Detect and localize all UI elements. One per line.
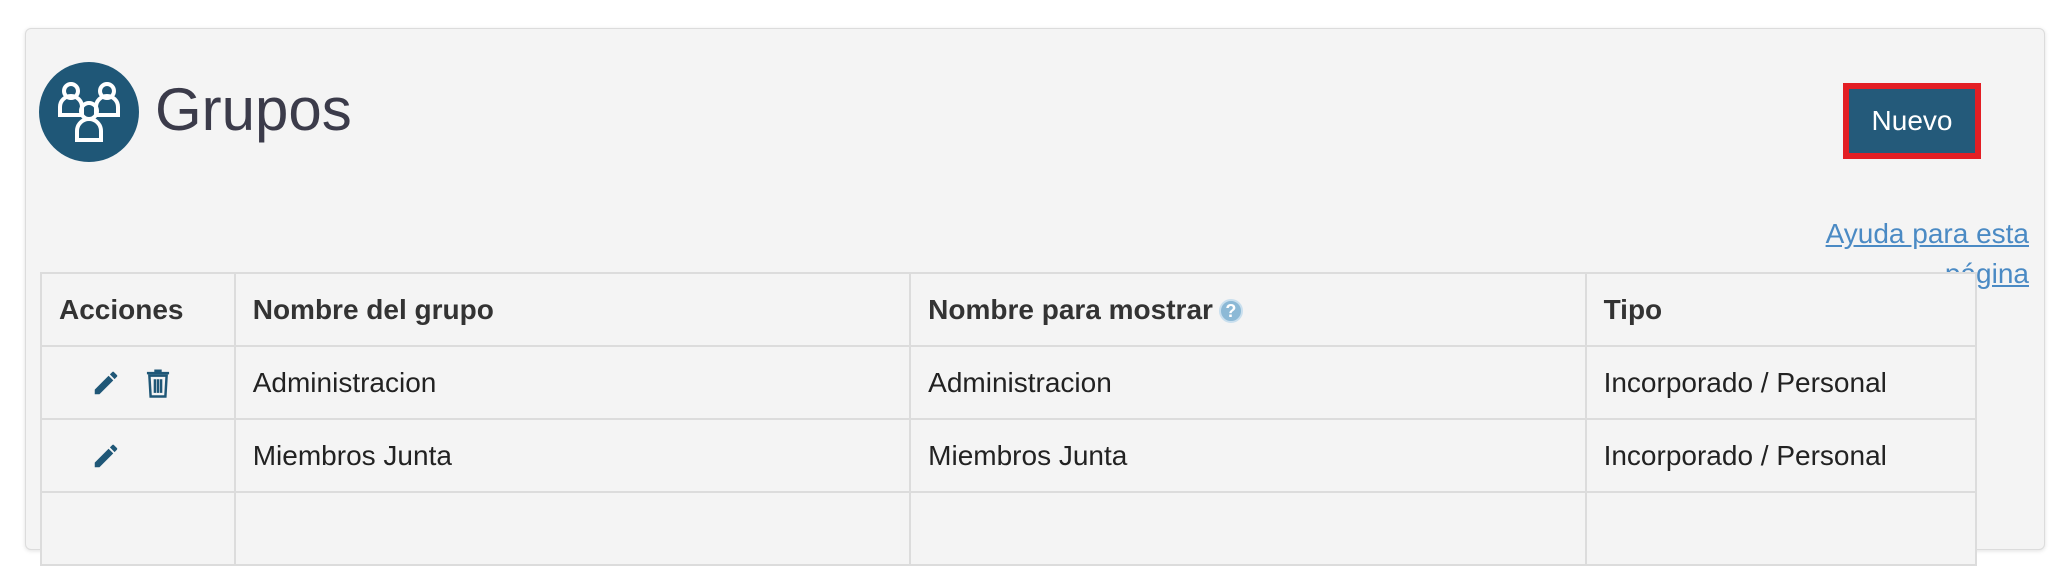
table-row: Administracion Administracion Incorporad… bbox=[40, 345, 1978, 420]
group-icon bbox=[39, 62, 139, 162]
edit-icon[interactable] bbox=[91, 441, 121, 471]
cell-display-name: Administracion bbox=[909, 345, 1587, 420]
cell-type: Incorporado / Personal bbox=[1584, 418, 1978, 493]
cell-type bbox=[1584, 491, 1978, 566]
column-header-type[interactable]: Tipo bbox=[1584, 272, 1978, 347]
table-row bbox=[40, 491, 1978, 566]
delete-icon[interactable] bbox=[143, 367, 173, 399]
column-header-display-name-label: Nombre para mostrar bbox=[928, 293, 1213, 325]
column-header-display-name[interactable]: Nombre para mostrar? bbox=[909, 272, 1587, 347]
row-actions bbox=[40, 345, 236, 420]
column-header-group-name[interactable]: Nombre del grupo bbox=[233, 272, 912, 347]
table-header-row: Acciones Nombre del grupo Nombre para mo… bbox=[40, 272, 1978, 347]
help-question-icon[interactable]: ? bbox=[1218, 299, 1243, 324]
new-button[interactable]: Nuevo bbox=[1843, 83, 1981, 159]
edit-icon[interactable] bbox=[91, 368, 121, 398]
cell-group-name[interactable]: Administracion bbox=[233, 345, 912, 420]
cell-display-name: Miembros Junta bbox=[909, 418, 1587, 493]
column-header-actions: Acciones bbox=[40, 272, 236, 347]
cell-group-name bbox=[233, 491, 912, 566]
page-title: Grupos bbox=[155, 76, 352, 143]
cell-group-name[interactable]: Miembros Junta bbox=[233, 418, 912, 493]
table-row: Miembros Junta Miembros Junta Incorporad… bbox=[40, 418, 1978, 493]
groups-table: Acciones Nombre del grupo Nombre para mo… bbox=[40, 272, 1978, 566]
cell-type: Incorporado / Personal bbox=[1584, 345, 1978, 420]
row-actions bbox=[40, 491, 236, 566]
row-actions bbox=[40, 418, 236, 493]
cell-display-name bbox=[909, 491, 1587, 566]
